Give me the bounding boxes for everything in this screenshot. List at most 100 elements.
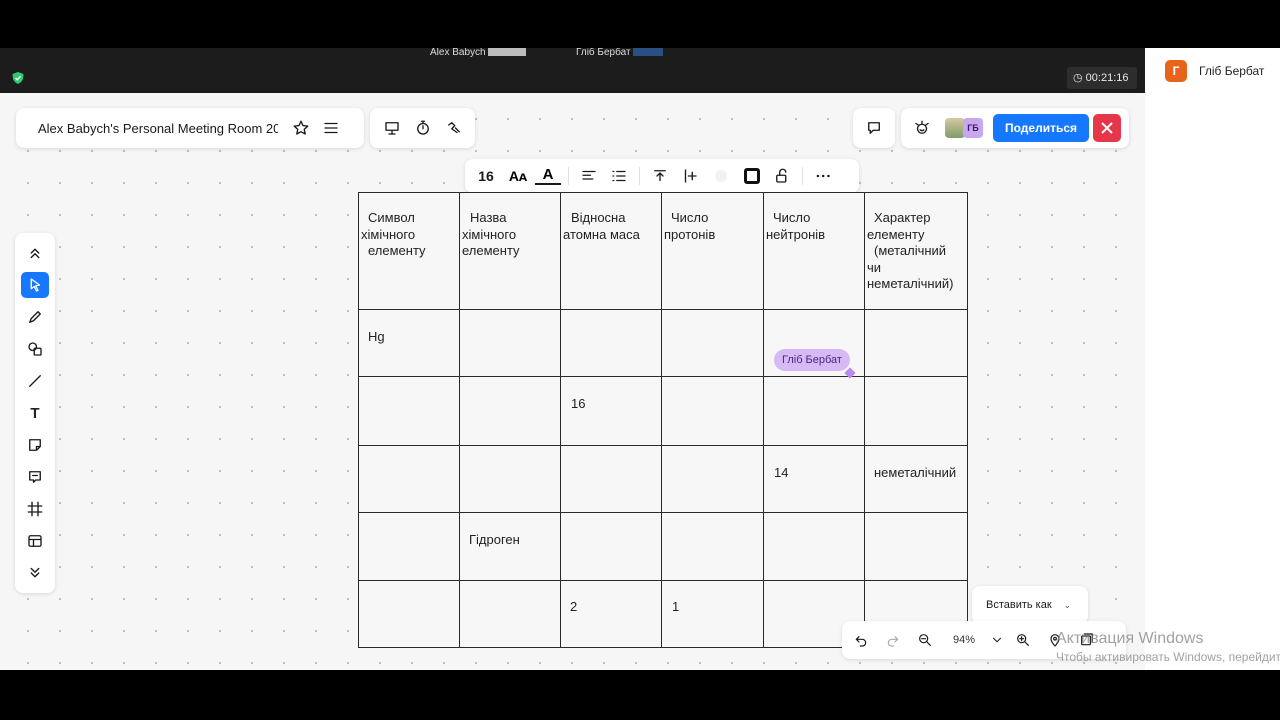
table-cell[interactable] xyxy=(864,511,968,581)
table-row: Гідроген xyxy=(358,511,968,581)
close-icon xyxy=(1101,122,1113,134)
zoom-level[interactable]: 94% xyxy=(944,634,984,646)
collapse-up-icon[interactable] xyxy=(21,240,49,266)
table-cell[interactable]: 2 xyxy=(560,579,662,649)
header-cell[interactable]: Символ хімічного елементу xyxy=(358,191,460,311)
text-color-button[interactable]: A xyxy=(535,167,561,185)
list-icon[interactable] xyxy=(606,163,632,189)
chat-icon[interactable] xyxy=(861,115,887,141)
collaborator-avatars[interactable]: ГБ xyxy=(945,118,983,138)
table-cell[interactable]: неметалічний xyxy=(864,444,968,513)
align-middle-icon[interactable] xyxy=(647,163,673,189)
format-toolbar: 16 Aᴀ A xyxy=(465,159,859,193)
frame-icon[interactable] xyxy=(21,496,49,522)
table-cell[interactable] xyxy=(661,511,764,581)
font-size-selector[interactable]: 16 xyxy=(471,168,501,184)
table-cell[interactable] xyxy=(864,309,968,378)
table-cell[interactable] xyxy=(661,376,764,446)
screen: Alex Babych Гліб Бербат ◷ 00:21:16 Г Глі… xyxy=(0,0,1280,720)
table-cell[interactable] xyxy=(358,444,460,513)
table-cell[interactable] xyxy=(560,444,662,513)
table-cell[interactable]: Hg xyxy=(358,309,460,378)
whiteboard-canvas[interactable]: Alex Babych's Personal Meeting Room 20..… xyxy=(0,93,1145,670)
table-cell[interactable]: 1 xyxy=(661,579,764,649)
header-text: Число xyxy=(671,210,709,225)
cell-text: 2 xyxy=(570,598,578,614)
video-thumb-1[interactable]: Alex Babych xyxy=(430,48,526,58)
template-icon[interactable] xyxy=(21,528,49,554)
toolbar-separator xyxy=(568,167,569,185)
font-case-button[interactable]: Aᴀ xyxy=(505,168,531,184)
table-cell[interactable] xyxy=(358,511,460,581)
align-left-icon[interactable] xyxy=(576,163,602,189)
participant-avatar: Г xyxy=(1165,60,1187,82)
add-column-icon[interactable] xyxy=(677,163,703,189)
zoom-chevron-icon[interactable] xyxy=(990,627,1004,653)
table-cell[interactable]: 16 xyxy=(560,376,662,446)
pen-icon[interactable] xyxy=(21,304,49,330)
shapes-icon[interactable] xyxy=(21,336,49,362)
table-cell[interactable] xyxy=(661,444,764,513)
comment-icon[interactable] xyxy=(21,464,49,490)
zoom-out-icon[interactable] xyxy=(912,627,938,653)
expand-down-icon[interactable] xyxy=(21,560,49,586)
more-icon[interactable] xyxy=(810,163,836,189)
cell-text: Гідроген xyxy=(469,531,520,547)
table-cell[interactable] xyxy=(763,511,865,581)
text-icon[interactable]: T xyxy=(21,400,49,426)
table-cell[interactable] xyxy=(459,444,561,513)
table-cell[interactable] xyxy=(459,579,561,649)
undo-icon[interactable] xyxy=(848,627,874,653)
element-table[interactable]: Символ хімічного елементу Назва хімічног… xyxy=(358,191,968,649)
paste-as-dropdown[interactable]: Вставить как ⌄ xyxy=(972,586,1088,624)
border-style-button[interactable] xyxy=(744,168,760,184)
table-cell[interactable] xyxy=(560,309,662,378)
presentation-icon[interactable] xyxy=(379,115,405,141)
cell-text: 16 xyxy=(571,396,586,412)
table-cell[interactable] xyxy=(459,309,561,378)
zoom-in-icon[interactable] xyxy=(1010,627,1036,653)
star-icon[interactable] xyxy=(288,115,314,141)
table-cell[interactable]: 14 xyxy=(763,444,865,513)
header-text: нейтронів xyxy=(766,226,826,242)
header-cell[interactable]: Відносна атомна маса xyxy=(560,191,662,311)
stopwatch-icon[interactable] xyxy=(410,115,436,141)
table-cell[interactable] xyxy=(763,376,865,446)
header-cell[interactable]: Число протонів xyxy=(661,191,764,311)
video-thumb-1-name: Alex Babych xyxy=(430,48,486,58)
participant-name: Гліб Бербат xyxy=(1199,64,1265,78)
header-text: (металічний xyxy=(874,243,947,258)
table-cell[interactable] xyxy=(459,376,561,446)
fill-color-swatch[interactable] xyxy=(715,170,727,182)
table-cell[interactable]: Гідроген xyxy=(459,511,561,581)
reactions-icon[interactable] xyxy=(909,115,935,141)
video-thumb-2[interactable]: Гліб Бербат xyxy=(576,48,663,58)
toolbar-separator xyxy=(802,167,803,185)
close-button[interactable] xyxy=(1093,114,1121,142)
shield-icon xyxy=(12,72,24,84)
paste-as-label: Вставить как xyxy=(986,599,1052,611)
line-icon[interactable] xyxy=(21,368,49,394)
table-row: 14 неметалічний xyxy=(358,444,968,513)
table-cell[interactable] xyxy=(358,579,460,649)
unlock-icon[interactable] xyxy=(769,163,795,189)
participant-panel: Г Гліб Бербат xyxy=(1145,48,1280,672)
vote-icon[interactable] xyxy=(441,115,467,141)
table-cell[interactable] xyxy=(560,511,662,581)
select-icon[interactable] xyxy=(21,272,49,298)
menu-icon[interactable] xyxy=(318,115,344,141)
board-title[interactable]: Alex Babych's Personal Meeting Room 20..… xyxy=(38,121,278,136)
redo-icon[interactable] xyxy=(880,627,906,653)
share-button[interactable]: Поделиться xyxy=(993,114,1089,142)
table-row: 16 xyxy=(358,376,968,446)
table-cell[interactable] xyxy=(864,376,968,446)
header-cell[interactable]: Характер елементу (металічний чи неметал… xyxy=(864,191,968,311)
meeting-timer: ◷ 00:21:16 xyxy=(1067,67,1137,89)
header-cell[interactable]: Назва хімічного елементу xyxy=(459,191,561,311)
header-text: Символ xyxy=(368,210,415,225)
table-cell[interactable] xyxy=(358,376,460,446)
header-cell[interactable]: Число нейтронів xyxy=(763,191,865,311)
table-cell[interactable] xyxy=(661,309,764,378)
video-strip: Alex Babych Гліб Бербат xyxy=(0,48,1145,93)
sticky-note-icon[interactable] xyxy=(21,432,49,458)
